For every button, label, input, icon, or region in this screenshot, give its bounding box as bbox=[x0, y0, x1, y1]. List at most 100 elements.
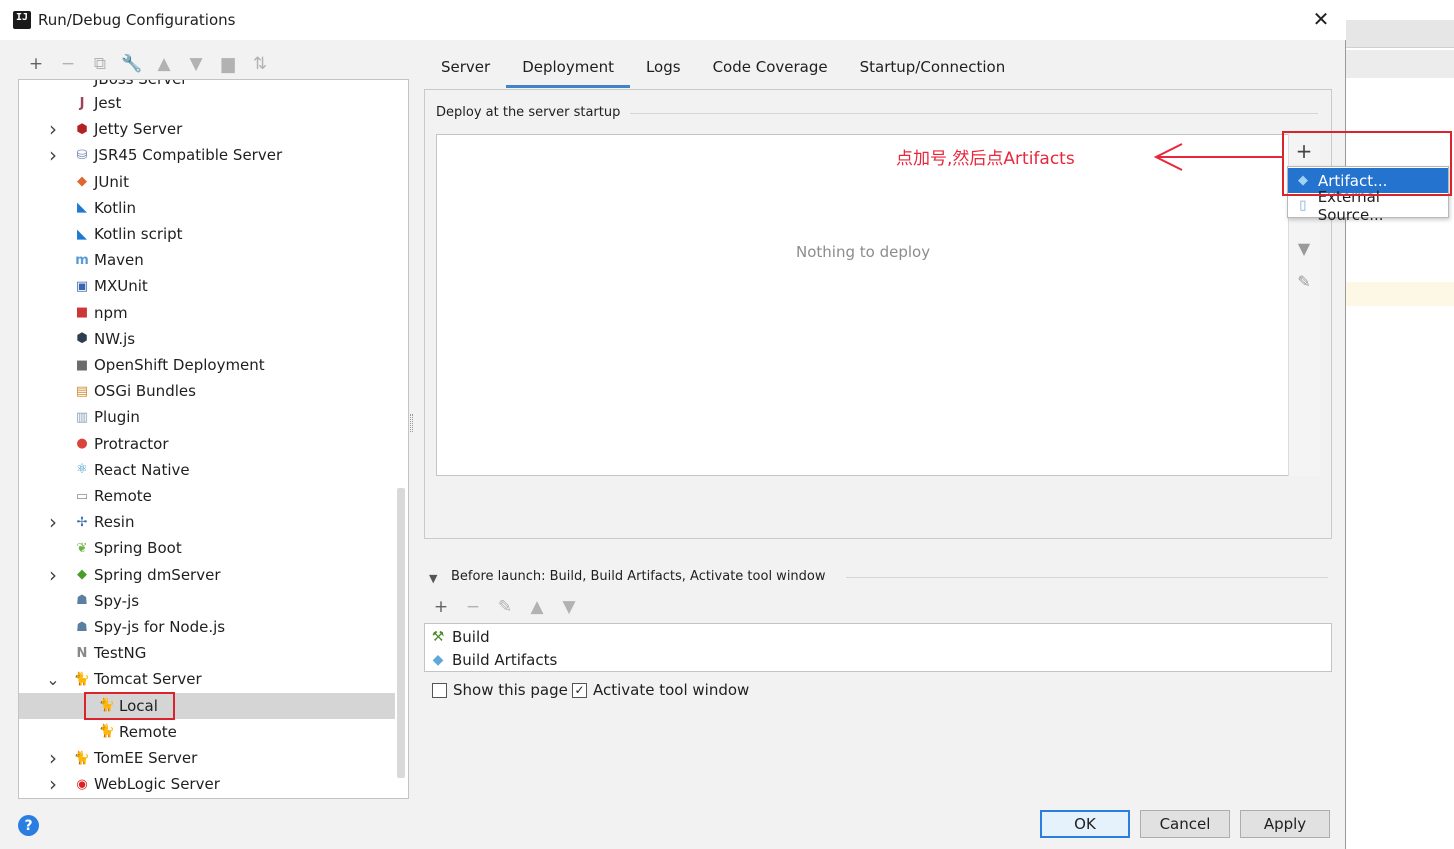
tree-item-junit[interactable]: ◆ JUnit bbox=[19, 169, 395, 195]
external-source-icon: ▯ bbox=[1299, 198, 1307, 213]
tree-item-label: Kotlin bbox=[94, 198, 136, 217]
jetty-icon: ⬢ bbox=[76, 121, 88, 137]
tree-item-spy-js[interactable]: ☗ Spy-js bbox=[19, 588, 395, 614]
folder-icon[interactable]: ▆ bbox=[212, 53, 244, 75]
tree-item-local[interactable]: 🐈 Local bbox=[19, 692, 395, 719]
mxunit-icon: ▣ bbox=[75, 278, 89, 294]
move-down-icon[interactable]: ▼ bbox=[553, 596, 585, 618]
tree-item-mxunit[interactable]: ▣ MXUnit bbox=[19, 273, 395, 299]
chevron-right-icon[interactable]: › bbox=[46, 117, 60, 141]
tab-deployment[interactable]: Deployment bbox=[506, 52, 630, 88]
testng-icon: N bbox=[76, 645, 88, 661]
tree-scrollbar[interactable] bbox=[397, 488, 405, 778]
tree-item-openshift-deployment[interactable]: ■ OpenShift Deployment bbox=[19, 352, 395, 378]
tree-item-label: npm bbox=[94, 303, 128, 322]
tree-item-react-native[interactable]: ⚛ React Native bbox=[19, 457, 395, 483]
kotlin-script-icon: ◣ bbox=[77, 226, 87, 242]
wrench-icon[interactable]: 🔧 bbox=[116, 53, 148, 75]
tree-item-label: Protractor bbox=[94, 434, 169, 453]
tree-item-testng[interactable]: N TestNG bbox=[19, 640, 395, 666]
move-up-icon[interactable]: ▲ bbox=[521, 596, 553, 618]
cancel-button[interactable]: Cancel bbox=[1140, 810, 1230, 838]
kotlin-icon: ◣ bbox=[77, 200, 87, 216]
tree-item-tomcat-server[interactable]: ⌄ 🐈 Tomcat Server bbox=[19, 666, 395, 692]
tree-item-resin[interactable]: › ✢ Resin bbox=[19, 509, 395, 535]
move-down-icon[interactable]: ▼ bbox=[180, 53, 212, 75]
remove-icon[interactable]: − bbox=[52, 53, 84, 75]
copy-icon[interactable]: ⧉ bbox=[84, 53, 116, 75]
tab-code-coverage[interactable]: Code Coverage bbox=[697, 52, 844, 88]
tree-item-weblogic-server[interactable]: › ◉ WebLogic Server bbox=[19, 771, 395, 797]
jsr45-icon: ⛁ bbox=[76, 147, 88, 163]
tree-item-jsr45-compatible-server[interactable]: › ⛁ JSR45 Compatible Server bbox=[19, 142, 395, 168]
move-up-icon[interactable]: ▲ bbox=[148, 53, 180, 75]
weblogic-icon: ◉ bbox=[76, 776, 88, 792]
tree-item-label: TomEE Server bbox=[94, 749, 198, 767]
tree-item-osgi-bundles[interactable]: ▤ OSGi Bundles bbox=[19, 378, 395, 404]
tomee-icon: 🐈 bbox=[73, 750, 91, 766]
tree-item-spring-dmserver[interactable]: › ◆ Spring dmServer bbox=[19, 562, 395, 588]
chevron-right-icon[interactable]: › bbox=[46, 510, 60, 534]
tab-startup-connection[interactable]: Startup/Connection bbox=[844, 52, 1022, 88]
tree-item-jetty-server[interactable]: › ⬢ Jetty Server bbox=[19, 116, 395, 142]
menu-item-external-source[interactable]: ▯ External Source... bbox=[1288, 188, 1448, 224]
apply-button[interactable]: Apply bbox=[1240, 810, 1330, 838]
tree-item-label: React Native bbox=[94, 460, 190, 479]
chevron-right-icon[interactable]: › bbox=[46, 143, 60, 167]
tree-item-label: OSGi Bundles bbox=[94, 382, 196, 401]
tree-item-kotlin-script[interactable]: ◣ Kotlin script bbox=[19, 221, 395, 247]
tree-item-protractor[interactable]: ● Protractor bbox=[19, 431, 395, 457]
list-item[interactable]: ⚒ Build bbox=[425, 625, 1331, 648]
tree-item-label: Spy-js bbox=[94, 591, 140, 610]
ok-button[interactable]: OK bbox=[1040, 810, 1130, 838]
tree-item-label: Remote bbox=[119, 722, 177, 741]
tree-item-maven[interactable]: m Maven bbox=[19, 247, 395, 273]
maven-icon: m bbox=[75, 252, 89, 268]
tree-item-label: Tomcat Server bbox=[94, 670, 202, 689]
panel-splitter[interactable] bbox=[410, 414, 413, 432]
edit-pencil-icon[interactable]: ✎ bbox=[489, 596, 521, 618]
annotation-highlight-popup bbox=[1282, 131, 1452, 196]
tree-item-spy-js-for-node-js[interactable]: ☗ Spy-js for Node.js bbox=[19, 614, 395, 640]
tree-item-kotlin[interactable]: ◣ Kotlin bbox=[19, 195, 395, 221]
title-bar: IJ Run/Debug Configurations ✕ bbox=[0, 0, 1346, 40]
plugin-icon: ▥ bbox=[75, 409, 89, 425]
spy-js-icon: ☗ bbox=[76, 593, 88, 609]
tree-item-label: JSR45 Compatible Server bbox=[94, 146, 283, 165]
edit-pencil-icon[interactable]: ✎ bbox=[1293, 270, 1315, 292]
intellij-icon: IJ bbox=[11, 9, 33, 31]
show-page-option[interactable]: Show this page bbox=[432, 681, 568, 699]
activate-tool-window-option[interactable]: ✓ Activate tool window bbox=[572, 681, 749, 699]
list-item[interactable]: ◆ Build Artifacts bbox=[425, 648, 1331, 671]
add-icon[interactable]: + bbox=[20, 53, 52, 75]
annotation-text: 点加号,然后点Artifacts bbox=[896, 149, 1075, 169]
show-page-checkbox[interactable] bbox=[432, 682, 447, 698]
collapse-toggle-icon[interactable]: ▼ bbox=[429, 572, 437, 585]
move-down-icon[interactable]: ▼ bbox=[1293, 237, 1315, 259]
tree-item-spring-boot[interactable]: ❦ Spring Boot bbox=[19, 535, 395, 561]
tree-item-tomee-server[interactable]: › 🐈 TomEE Server bbox=[19, 745, 395, 771]
tree-item-remote[interactable]: 🐈 Remote bbox=[19, 719, 395, 745]
tab-logs[interactable]: Logs bbox=[630, 52, 697, 88]
tree-item-plugin[interactable]: ▥ Plugin bbox=[19, 404, 395, 430]
chevron-right-icon[interactable]: › bbox=[46, 772, 60, 796]
configuration-tree[interactable]: JBoss Server J Jest › ⬢ Jetty Server › ⛁ JSR45 C… bbox=[18, 79, 409, 799]
help-button[interactable]: ? bbox=[18, 815, 39, 836]
sort-icon[interactable]: ⇅ bbox=[244, 53, 276, 75]
deployment-list[interactable] bbox=[436, 134, 1320, 476]
tab-server[interactable]: Server bbox=[425, 52, 506, 88]
remove-icon[interactable]: − bbox=[457, 596, 489, 618]
tree-item-npm[interactable]: ■ npm bbox=[19, 300, 395, 326]
close-button[interactable]: ✕ bbox=[1310, 8, 1332, 30]
tree-item-jest[interactable]: J Jest bbox=[19, 90, 395, 116]
chevron-right-icon[interactable]: › bbox=[46, 563, 60, 587]
chevron-right-icon[interactable]: › bbox=[46, 746, 60, 770]
add-icon[interactable]: + bbox=[425, 596, 457, 618]
chevron-down-icon[interactable]: ⌄ bbox=[46, 670, 60, 689]
spring-boot-icon: ❦ bbox=[76, 540, 88, 556]
tree-item-remote[interactable]: ▭ Remote bbox=[19, 483, 395, 509]
activate-tool-window-checkbox[interactable]: ✓ bbox=[572, 682, 587, 698]
tree-item-label: Resin bbox=[94, 513, 135, 532]
tree-item-nw-js[interactable]: ⬢ NW.js bbox=[19, 326, 395, 352]
config-tabs: Server Deployment Logs Code Coverage Sta… bbox=[425, 52, 1021, 88]
